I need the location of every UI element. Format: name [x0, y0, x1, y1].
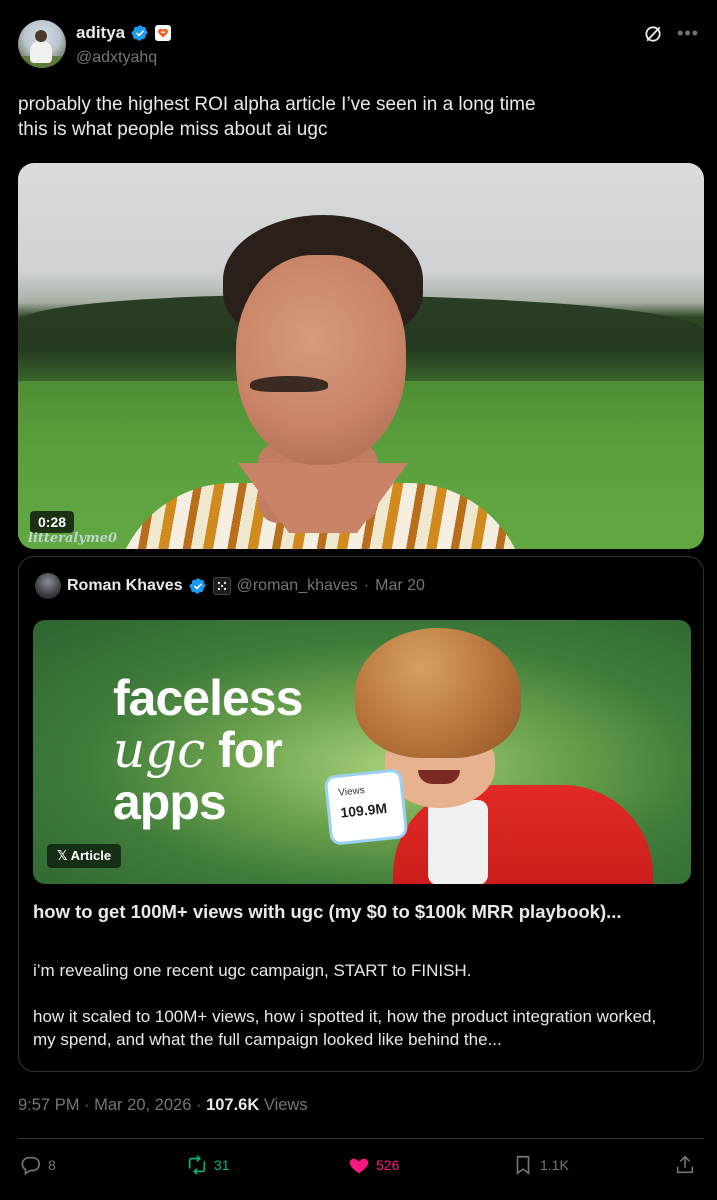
cover-figure-shirt — [428, 800, 488, 884]
article-excerpt-p1: i’m revealing one recent ugc campaign, S… — [33, 961, 472, 980]
cover-word-ugc: ugc — [113, 721, 206, 779]
quoted-verified-badge-icon — [189, 578, 206, 594]
video-player[interactable]: 0:28 litteralyme0 — [18, 163, 704, 549]
quoted-author-handle: @roman_khaves — [236, 577, 358, 594]
tweet-time[interactable]: 9:57 PM — [18, 1096, 79, 1114]
meta-separator: · — [195, 1096, 207, 1114]
quoted-affiliate-badge-icon — [212, 577, 231, 595]
share-button[interactable] — [674, 1154, 696, 1176]
cover-word-for: for — [218, 722, 283, 778]
video-duration: 0:28 — [30, 511, 75, 533]
video-person-mustache — [250, 376, 328, 392]
views-count: 107.6K — [206, 1096, 260, 1114]
more-options-icon[interactable]: ••• — [677, 23, 699, 43]
article-cover-image: faceless ugc for apps Views 109.9M 𝕏 Art… — [33, 620, 691, 884]
article-title[interactable]: how to get 100M+ views with ugc (my $0 t… — [33, 900, 673, 923]
tweet-date[interactable]: Mar 20, 2026 — [94, 1096, 191, 1114]
share-icon — [676, 1155, 694, 1174]
tweet-line-2: this is what people miss about ai ugc — [18, 119, 328, 140]
cover-line-2: ugc for — [113, 724, 302, 776]
article-excerpt-p2: how it scaled to 100M+ views, how i spot… — [33, 1007, 657, 1049]
action-bar: 8 31 526 1.1K — [18, 1150, 704, 1186]
quoted-post[interactable]: Roman Khaves @roman_khaves · Mar 20 face… — [18, 556, 704, 1072]
cover-views-value: 109.9M — [339, 799, 388, 821]
bookmark-button[interactable]: 1.1K — [512, 1154, 569, 1176]
bookmark-count: 1.1K — [540, 1157, 569, 1173]
author-avatar[interactable] — [18, 20, 66, 68]
tweet-line-1: probably the highest ROI alpha article I… — [18, 94, 536, 115]
heart-icon — [349, 1158, 369, 1174]
article-badge: 𝕏 Article — [47, 844, 122, 868]
article-cover-headline: faceless ugc for apps — [113, 670, 303, 830]
author-handle[interactable]: @adxtyahq — [76, 49, 157, 67]
quoted-author-name: Roman Khaves — [67, 577, 183, 594]
like-button[interactable]: 526 — [348, 1154, 399, 1176]
bookmark-icon — [516, 1155, 530, 1175]
verified-badge-icon — [131, 25, 148, 41]
quoted-avatar — [35, 573, 61, 599]
tweet-text: probably the highest ROI alpha article I… — [18, 92, 698, 142]
cover-views-card: Views 109.9M — [326, 771, 406, 843]
tweet-header: aditya @adxtyahq ••• — [18, 20, 699, 72]
cover-word-apps: apps — [113, 774, 227, 830]
reply-count: 8 — [48, 1157, 56, 1173]
meta-separator: · — [84, 1096, 95, 1114]
quoted-separator: · — [363, 577, 370, 594]
reply-icon — [21, 1156, 41, 1176]
like-count: 526 — [376, 1157, 400, 1173]
quoted-header: Roman Khaves @roman_khaves · Mar 20 — [35, 573, 425, 599]
views-label: Views — [263, 1096, 308, 1114]
repost-button[interactable]: 31 — [186, 1154, 230, 1176]
video-person-face — [236, 255, 406, 465]
video-watermark: litteralyme0 — [28, 531, 117, 546]
tweet-meta: 9:57 PM · Mar 20, 2026 · 107.6K Views — [18, 1096, 308, 1115]
divider — [18, 1138, 704, 1139]
repost-count: 31 — [214, 1157, 230, 1173]
grok-icon[interactable] — [643, 24, 663, 44]
cover-word-faceless: faceless — [113, 670, 303, 726]
article-excerpt: i’m revealing one recent ugc campaign, S… — [33, 959, 683, 1051]
author-name[interactable]: aditya — [76, 23, 125, 43]
quoted-date: Mar 20 — [375, 577, 425, 594]
reply-button[interactable]: 8 — [20, 1154, 56, 1176]
repost-icon — [188, 1155, 206, 1175]
author-name-row: aditya — [76, 23, 172, 43]
cover-figure-hair — [355, 628, 521, 758]
affiliate-badge-icon[interactable] — [155, 25, 172, 41]
cover-views-label: Views — [337, 785, 366, 799]
